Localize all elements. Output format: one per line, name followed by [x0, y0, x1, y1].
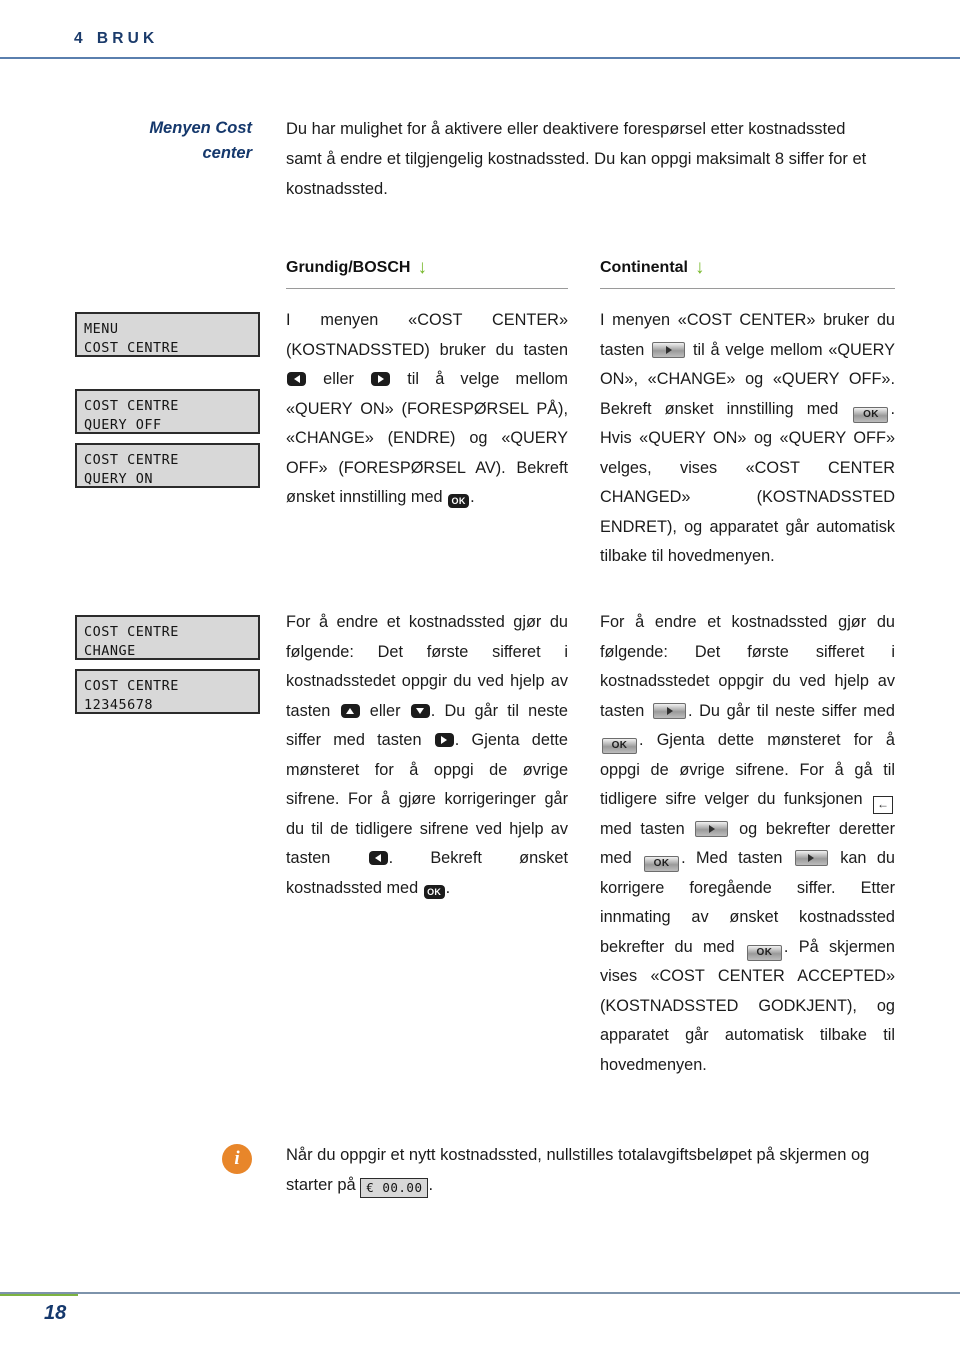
display-line-2: COST CENTRE: [84, 340, 179, 356]
text-segment: . Gjenta dette mønsteret for å oppgi de …: [600, 731, 895, 808]
chapter-title: BRUK: [96, 30, 159, 47]
text-segment: med tasten: [600, 819, 694, 838]
text-segment: .: [445, 878, 451, 897]
text-segment: .: [470, 488, 475, 506]
display-line-1: COST CENTRE: [84, 678, 179, 694]
column-heading-grundig: Grundig/BOSCH ↓: [286, 256, 427, 278]
text-segment: I menyen «COST CENTER» (KOSTNADSSTED) br…: [286, 311, 568, 359]
column-heading-grundig-label: Grundig/BOSCH: [286, 259, 411, 276]
ok-key-icon: OK: [746, 944, 782, 961]
text-segment: eller: [307, 370, 371, 388]
display-line-2: QUERY OFF: [84, 417, 162, 433]
arrow-right-key-icon: [371, 372, 391, 386]
table-row: COST CENTRE 12345678: [75, 669, 260, 714]
text-segment: . Med tasten: [681, 849, 793, 867]
sidenote-heading-line2: center: [202, 144, 252, 162]
chapter-label: 4 BRUK: [74, 30, 158, 48]
grundig-paragraph-2: For å endre et kostnadssted gjør du følg…: [286, 608, 568, 903]
table-row: MENU COST CENTRE: [75, 312, 260, 357]
arrow-right-key-icon: [794, 850, 828, 866]
footer-accent-bar: [0, 1294, 78, 1296]
page-footer: 18: [0, 1252, 960, 1362]
text-segment: . Gjenta dette mønsteret for å oppgi de …: [286, 731, 568, 867]
chapter-number: 4: [74, 30, 87, 47]
sidenote-heading: Menyen Cost center: [60, 116, 252, 166]
arrow-down-key-icon: [410, 703, 430, 718]
continental-paragraph-1: I menyen «COST CENTER» bruker du tasten …: [600, 306, 895, 572]
down-arrow-icon: ↓: [417, 257, 427, 278]
header-divider: [0, 57, 960, 59]
text-segment: til å velge mellom «QUERY ON» (FORESPØRS…: [286, 370, 568, 506]
ok-key-icon: OK: [448, 494, 470, 508]
column-rule-grundig: [286, 288, 568, 289]
arrow-up-key-icon: [340, 703, 360, 718]
continental-paragraph-2: For å endre et kostnadssted gjør du følg…: [600, 608, 895, 1080]
column-heading-continental: Continental ↓: [600, 256, 705, 278]
text-segment: eller: [360, 701, 410, 720]
column-rule-continental: [600, 288, 895, 289]
table-row: COST CENTRE QUERY ON: [75, 443, 260, 488]
arrow-right-key-icon: [695, 820, 729, 837]
sidenote-heading-line1: Menyen Cost: [149, 119, 252, 137]
note-text: Når du oppgir et nytt kostnadssted, null…: [286, 1140, 900, 1200]
arrow-left-key-icon: [368, 851, 388, 865]
text-segment: . Du går til neste siffer med: [688, 701, 895, 720]
ok-key-icon: OK: [644, 856, 680, 872]
back-function-key-icon: ←: [873, 796, 893, 814]
amount-display: € 00.00: [360, 1178, 429, 1198]
info-icon: i: [222, 1144, 252, 1174]
display-line-1: MENU: [84, 321, 119, 337]
ok-key-icon: OK: [602, 738, 637, 754]
arrow-right-key-icon: [653, 702, 686, 719]
arrow-left-key-icon: [287, 372, 306, 386]
ok-key-icon: OK: [853, 406, 889, 423]
table-row: COST CENTRE QUERY OFF: [75, 389, 260, 434]
display-line-2: CHANGE: [84, 643, 136, 659]
display-line-2: QUERY ON: [84, 471, 154, 487]
arrow-right-key-icon: [434, 733, 454, 747]
arrow-right-key-icon: [652, 341, 686, 358]
page-header: 4 BRUK: [0, 0, 960, 64]
ok-key-icon: OK: [423, 884, 445, 899]
table-row: COST CENTRE CHANGE: [75, 615, 260, 660]
page-number: 18: [44, 1302, 67, 1324]
display-line-2: 12345678: [84, 697, 154, 713]
display-line-1: COST CENTRE: [84, 624, 179, 640]
column-heading-continental-label: Continental: [600, 259, 688, 276]
down-arrow-icon: ↓: [695, 257, 705, 278]
footer-divider: [0, 1292, 960, 1294]
display-line-1: COST CENTRE: [84, 452, 179, 468]
grundig-paragraph-1: I menyen «COST CENTER» (KOSTNADSSTED) br…: [286, 306, 568, 513]
text-segment: .: [428, 1176, 434, 1194]
display-line-1: COST CENTRE: [84, 398, 179, 414]
intro-paragraph: Du har mulighet for å aktivere eller dea…: [286, 120, 867, 198]
text-segment: . Hvis «QUERY ON» og «QUERY OFF» velges,…: [600, 399, 895, 566]
